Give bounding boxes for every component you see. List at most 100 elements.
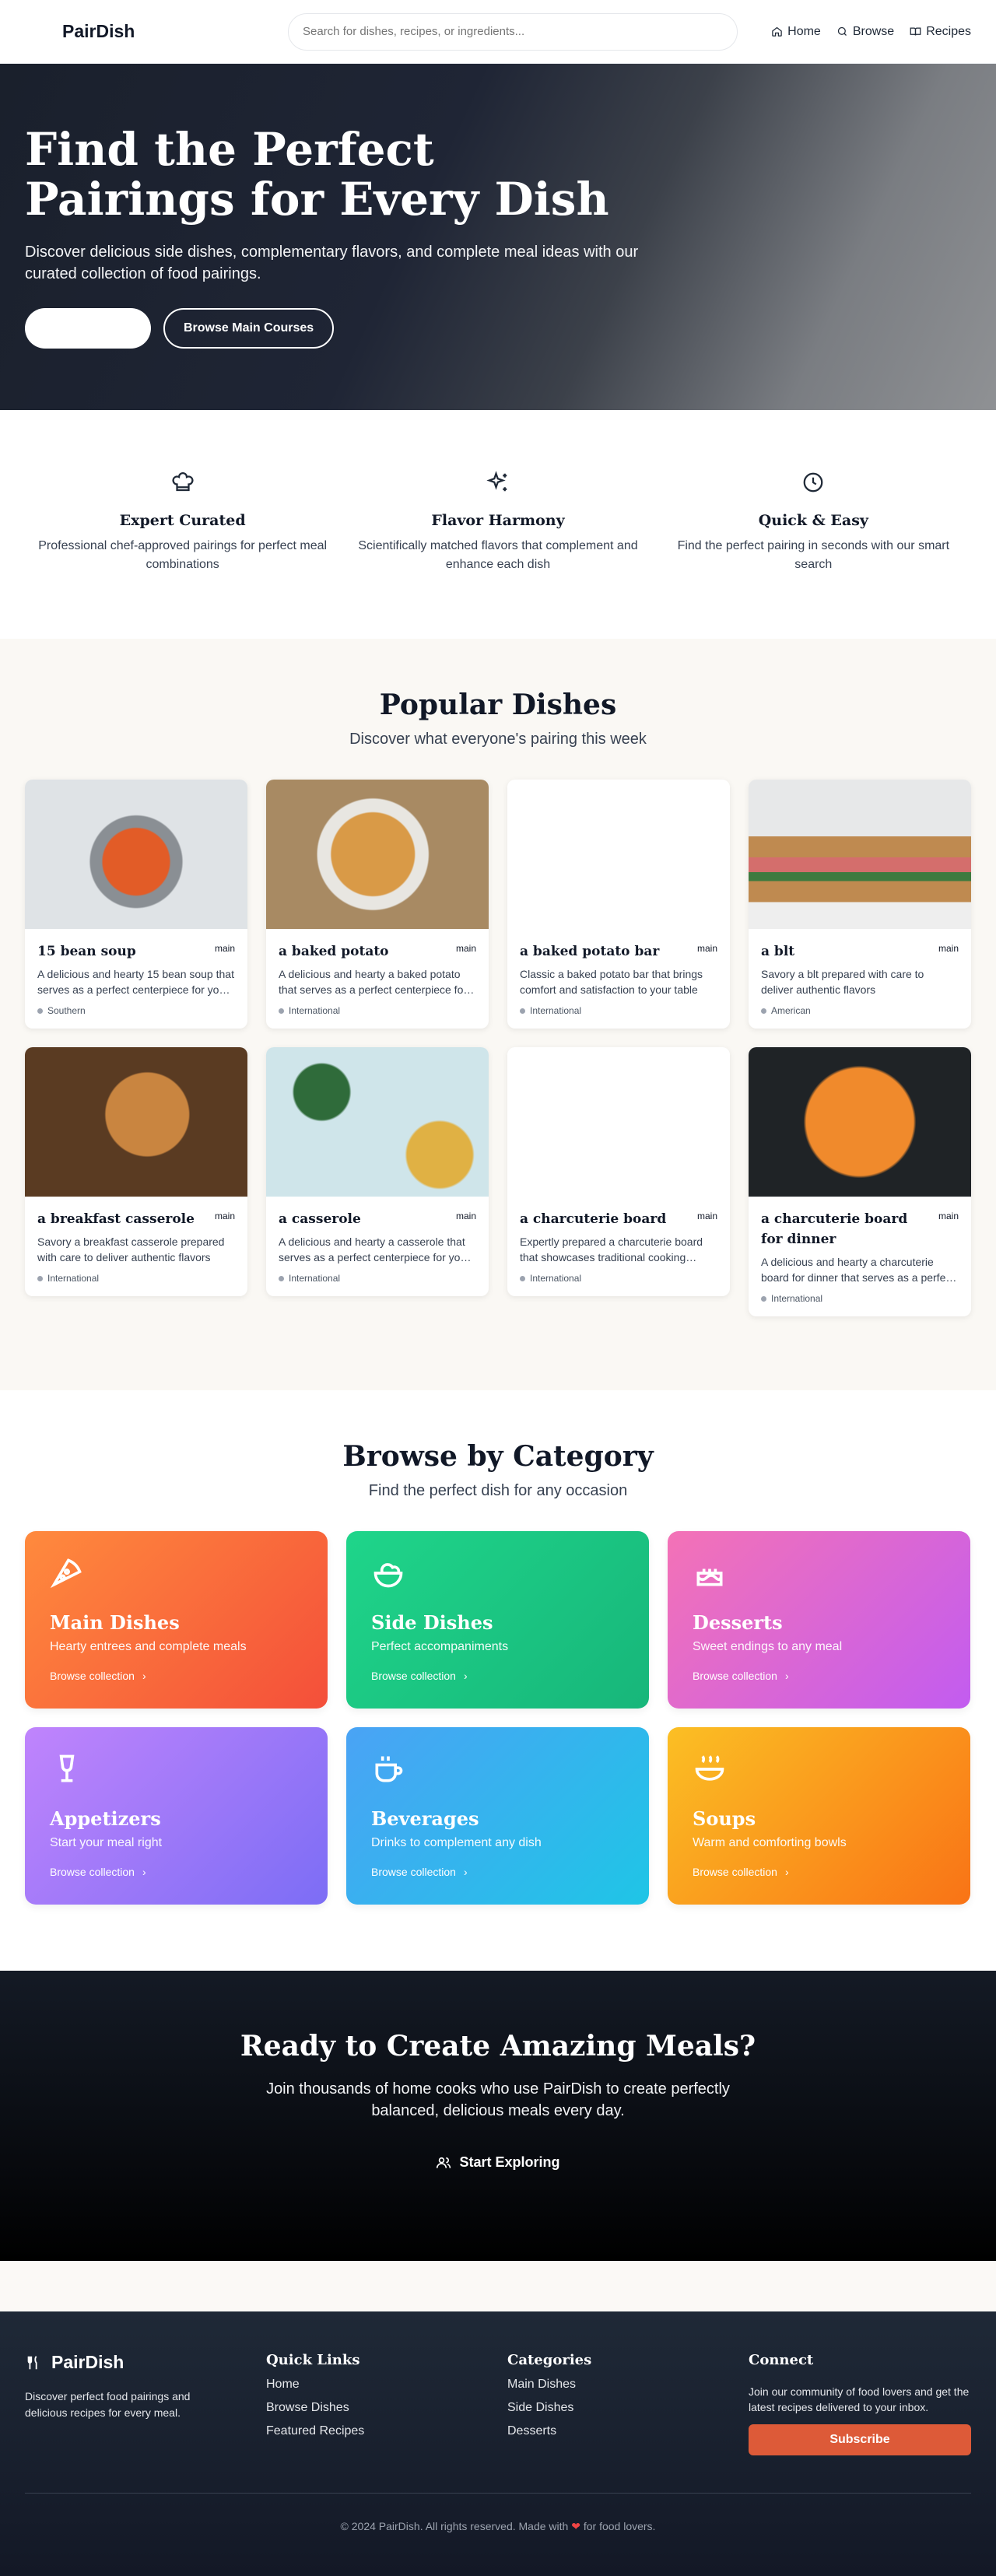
category-desc: Sweet endings to any meal (693, 1640, 843, 1653)
chevron-right-icon: › (142, 1866, 146, 1878)
dish-card[interactable]: a casserole main A delicious and hearty a… (266, 1047, 489, 1296)
dish-badge: main (214, 1211, 235, 1221)
dish-badge: main (696, 943, 717, 954)
browse-collection-link[interactable]: Browse collection › (371, 1866, 624, 1878)
salad-icon (374, 1563, 403, 1588)
nav-browse[interactable]: Browse (836, 25, 894, 39)
dish-card[interactable]: a baked potato main A delicious and heart… (266, 780, 489, 1029)
tag-dot (761, 1295, 766, 1302)
category-name: Appetizers (50, 1807, 161, 1830)
dish-badge: main (938, 1211, 959, 1221)
hero-section: Find the Perfect Pairings for Every Dish… (0, 64, 996, 410)
dish-cuisine: International (771, 1293, 823, 1304)
footer-heading: Categories (507, 2352, 592, 2368)
dish-cuisine: International (530, 1273, 582, 1284)
dish-image (749, 1047, 971, 1197)
dish-image (507, 1047, 730, 1197)
chevron-right-icon: › (142, 1670, 146, 1682)
category-main-dishes[interactable]: Main Dishes Hearty entrees and complete … (25, 1531, 328, 1709)
dish-card[interactable]: a baked potato bar main Classic a baked p… (507, 780, 730, 1029)
cta-title: Ready to Create Amazing Meals? (240, 2030, 756, 2063)
copyright-before: © 2024 PairDish. All rights reserved. Ma… (340, 2520, 569, 2532)
browse-main-courses-button[interactable]: Browse Main Courses (163, 308, 335, 349)
chevron-right-icon: › (463, 1670, 468, 1682)
footer-link-browse-dishes[interactable]: Browse Dishes (266, 2401, 489, 2415)
start-exploring-button[interactable]: Start Exploring (436, 2154, 560, 2171)
browse-collection-link[interactable]: Browse collection › (50, 1670, 303, 1682)
dish-title: a charcuterie board for dinner (761, 1211, 908, 1247)
footer-categories: Categories Main Dishes Side Dishes Desse… (507, 2352, 730, 2455)
clock-icon (803, 472, 823, 492)
search-input[interactable] (288, 12, 738, 51)
dish-card[interactable]: a blt main Savory a blt prepared with car… (749, 780, 971, 1029)
utensils-icon (27, 2355, 37, 2369)
chevron-right-icon: › (463, 1866, 468, 1878)
category-grid: Main Dishes Hearty entrees and complete … (25, 1531, 971, 1905)
subscribe-button[interactable]: Subscribe (749, 2424, 971, 2455)
feature-expert-curated: Expert Curated Professional chef-approve… (25, 471, 340, 639)
nav-recipes[interactable]: Recipes (910, 25, 971, 39)
chef-hat-icon (172, 472, 194, 492)
dish-card[interactable]: a charcuterie board for dinner main A del… (749, 1047, 971, 1316)
nav-home[interactable]: Home (771, 25, 821, 39)
footer-connect-desc: Join our community of food lovers and ge… (749, 2385, 970, 2413)
footer-connect: Connect Join our community of food lover… (749, 2352, 971, 2455)
footer-heading: Connect (749, 2352, 814, 2368)
dish-image (507, 780, 730, 929)
feature-quick-easy: Quick & Easy Find the perfect pairing in… (656, 471, 971, 639)
category-soups[interactable]: Soups Warm and comforting bowls Browse c… (668, 1727, 970, 1905)
cta-section: Ready to Create Amazing Meals? Join thou… (0, 1971, 996, 2261)
dish-desc: A delicious and hearty a charcuterie boa… (761, 1256, 955, 1284)
book-icon (910, 27, 921, 36)
category-desc: Warm and comforting bowls (693, 1836, 847, 1849)
feature-title: Quick & Easy (758, 512, 868, 529)
logo[interactable]: PairDish (62, 21, 226, 42)
dish-desc: Savory a breakfast casserole prepared wi… (37, 1235, 225, 1263)
footer-quick-links: Quick Links Home Browse Dishes Featured … (266, 2352, 489, 2455)
dish-card[interactable]: 15 bean soup main A delicious and hearty … (25, 780, 247, 1029)
popular-dishes-section: Popular Dishes Discover what everyone's … (0, 639, 996, 1390)
browse-collection-label: Browse collection (371, 1866, 456, 1878)
browse-collection-link[interactable]: Browse collection › (50, 1866, 303, 1878)
category-side-dishes[interactable]: Side Dishes Perfect accompaniments Brows… (346, 1531, 649, 1709)
dish-image (266, 780, 489, 929)
dish-grid: 15 bean soup main A delicious and hearty … (25, 780, 971, 1316)
main-nav: Home Browse Recipes (771, 25, 971, 39)
feature-title: Expert Curated (119, 512, 246, 529)
category-appetizers[interactable]: Appetizers Start your meal right Browse … (25, 1727, 328, 1905)
hero-primary-button[interactable] (25, 308, 151, 349)
chevron-right-icon: › (784, 1866, 789, 1878)
nav-browse-label: Browse (852, 24, 895, 38)
footer-link-side-dishes[interactable]: Side Dishes (507, 2401, 730, 2415)
dish-desc: Savory a blt prepared with care to deliv… (761, 968, 924, 996)
browse-collection-link[interactable]: Browse collection › (371, 1670, 624, 1682)
start-exploring-label: Start Exploring (459, 2154, 560, 2170)
footer-link-desserts[interactable]: Desserts (507, 2424, 730, 2438)
tag-dot (520, 1008, 525, 1014)
category-beverages[interactable]: Beverages Drinks to complement any dish … (346, 1727, 649, 1905)
dish-card[interactable]: a charcuterie board main Expertly prepare… (507, 1047, 730, 1296)
tag-dot (520, 1275, 525, 1281)
sparkles-icon (486, 471, 507, 492)
copyright: © 2024 PairDish. All rights reserved. Ma… (25, 2520, 971, 2533)
category-desserts[interactable]: Desserts Sweet endings to any meal Brows… (668, 1531, 970, 1709)
dish-image (25, 780, 247, 929)
dish-badge: main (455, 943, 476, 954)
dish-cuisine: International (289, 1005, 341, 1016)
footer-heading: Quick Links (266, 2352, 360, 2368)
dish-title: a breakfast casserole (37, 1211, 195, 1227)
footer-link-main-dishes[interactable]: Main Dishes (507, 2378, 730, 2392)
footer-link-featured-recipes[interactable]: Featured Recipes (266, 2424, 489, 2438)
browse-collection-link[interactable]: Browse collection › (693, 1670, 945, 1682)
footer-link-home[interactable]: Home (266, 2378, 489, 2392)
site-footer: PairDish Discover perfect food pairings … (0, 2311, 996, 2576)
footer-logo[interactable]: PairDish (51, 2352, 124, 2373)
dish-card[interactable]: a breakfast casserole main Savory a break… (25, 1047, 247, 1296)
cake-icon (696, 1568, 723, 1586)
footer-divider (25, 2493, 971, 2494)
tag-dot (279, 1008, 284, 1014)
browse-collection-link[interactable]: Browse collection › (693, 1866, 945, 1878)
home-icon (772, 26, 782, 37)
dish-desc: Expertly prepared a charcuterie board th… (520, 1235, 703, 1263)
tag-dot (37, 1275, 43, 1281)
